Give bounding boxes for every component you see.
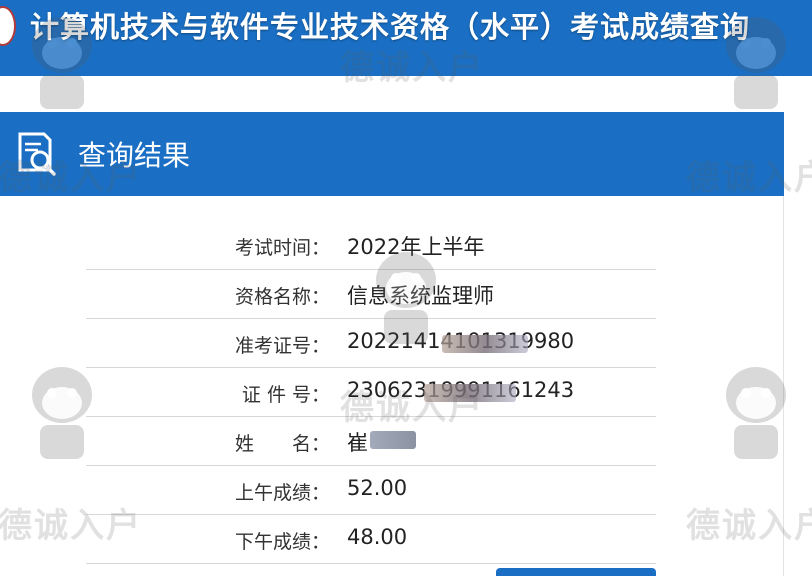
org-emblem-icon [0,6,16,46]
row-afternoon-score: 下午成绩： 48.00 [86,515,656,564]
top-banner: 计算机技术与软件专业技术资格（水平）考试成绩查询 [0,0,812,76]
row-value: 48.00 [347,525,408,549]
row-label: 证 件 号： [241,384,330,406]
row-exam-time: 考试时间： 2022年上半年 [86,221,656,270]
row-label: 姓 名： [234,433,330,455]
spacer [0,76,812,112]
row-name: 姓 名： 崔 [86,417,656,466]
result-header: 查询结果 [0,112,784,196]
privacy-mask [424,384,516,402]
page-title: 计算机技术与软件专业技术资格（水平）考试成绩查询 [30,10,751,44]
row-label: 上午成绩： [234,482,330,504]
row-qualification: 资格名称： 信息系统监理师 [86,270,656,319]
row-value: 崔 [347,431,368,455]
row-label: 考试时间： [234,237,330,259]
row-label: 资格名称： [234,286,330,308]
row-value: 信息系统监理师 [347,284,494,308]
row-value: 52.00 [347,476,408,500]
row-id-number: 证 件 号： 23062319991161243 [86,368,656,417]
result-title: 查询结果 [78,139,191,172]
row-morning-score: 上午成绩： 52.00 [86,466,656,515]
row-admission-number: 准考证号： 20221414101319980 [86,319,656,368]
privacy-mask [442,335,528,353]
row-value: 2022年上半年 [347,235,485,259]
privacy-mask [370,431,416,449]
row-label: 下午成绩： [234,531,330,553]
document-search-icon [18,132,56,176]
action-button[interactable] [496,568,656,576]
row-label: 准考证号： [234,335,330,357]
